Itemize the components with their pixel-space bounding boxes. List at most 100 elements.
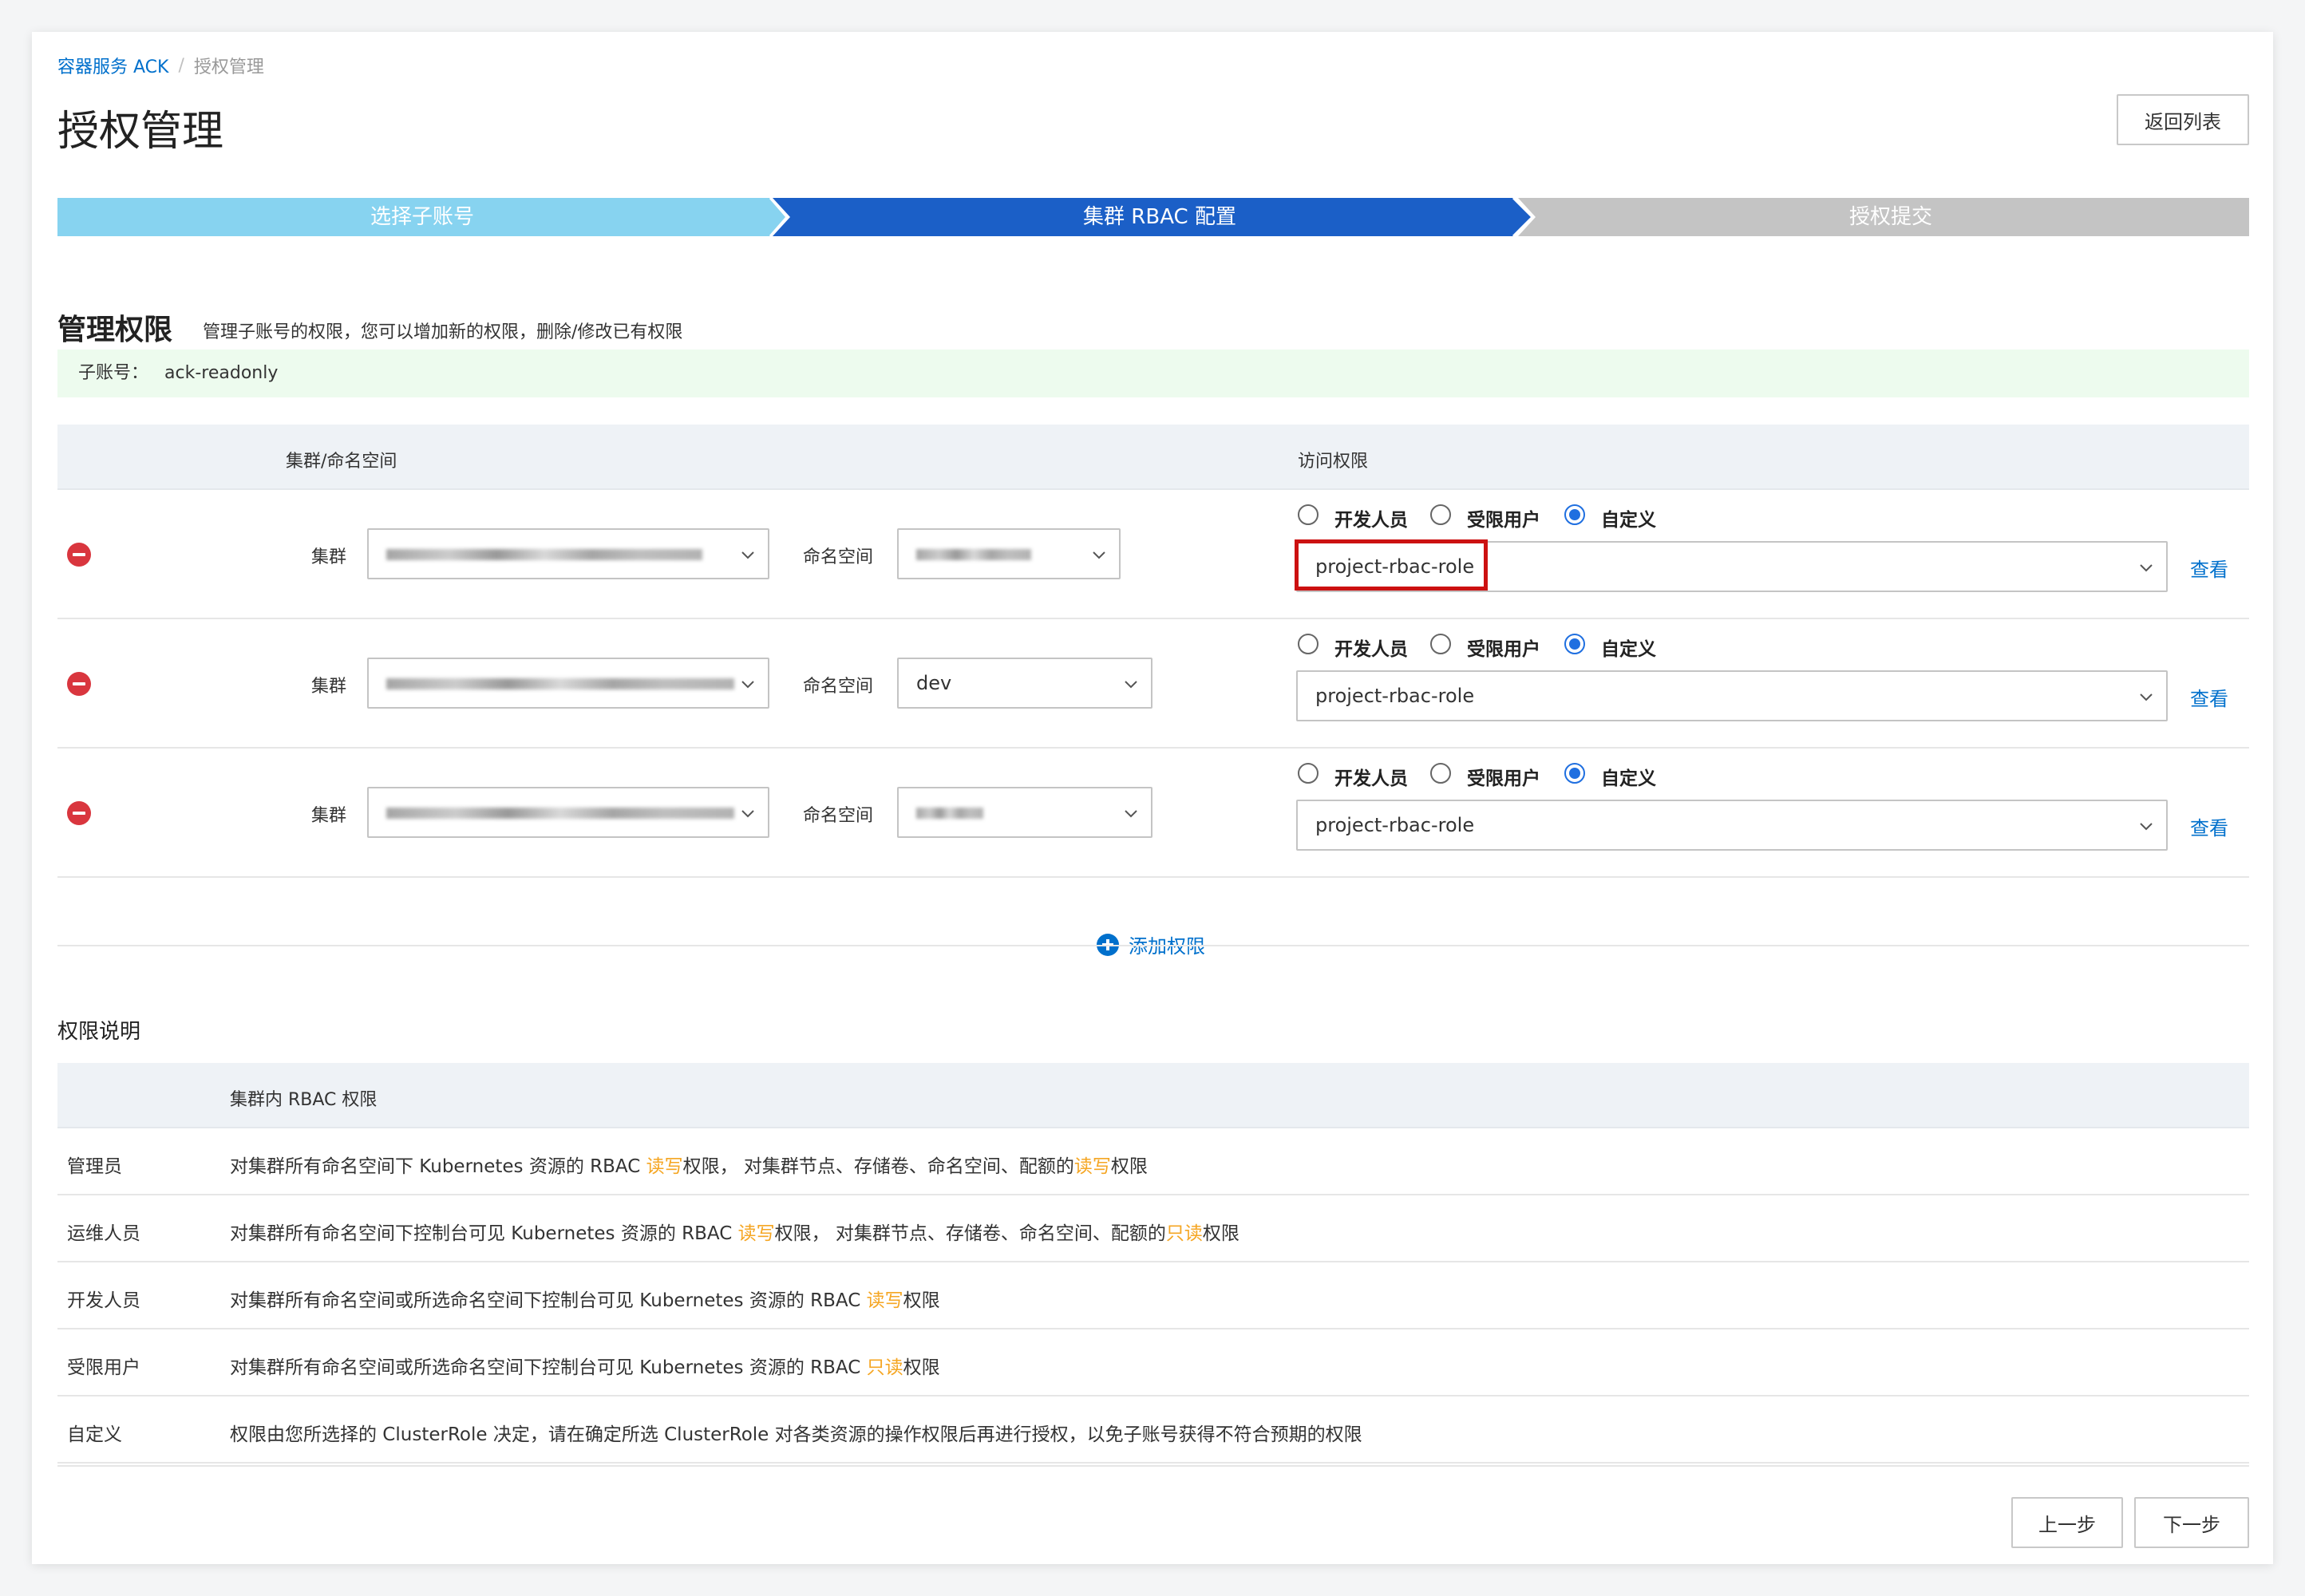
blurred-cluster-name xyxy=(386,808,734,819)
sub-account-value: ack-readonly xyxy=(164,363,279,383)
col-cluster-namespace: 集群/命名空间 xyxy=(286,452,397,472)
radio-custom[interactable] xyxy=(1564,634,1585,654)
radio-developer-label: 开发人员 xyxy=(1334,639,1408,660)
radio-custom-label: 自定义 xyxy=(1601,510,1656,531)
namespace-select[interactable] xyxy=(897,528,1121,579)
breadcrumb: 容器服务 ACK / 授权管理 xyxy=(57,53,264,78)
view-role-link[interactable]: 查看 xyxy=(2190,683,2228,711)
remove-permission-icon[interactable] xyxy=(67,801,91,825)
role-description: 对集群所有命名空间下 Kubernetes 资源的 RBAC 读写权限， 对集群… xyxy=(230,1156,1148,1177)
radio-developer-label: 开发人员 xyxy=(1334,768,1408,789)
chevron-down-icon xyxy=(2140,564,2153,572)
sub-account-bar: 子账号： ack-readonly xyxy=(57,350,2249,397)
blurred-namespace xyxy=(916,808,983,819)
sub-account-label: 子账号： xyxy=(78,363,149,383)
description-row-admin: 管理员 对集群所有命名空间下 Kubernetes 资源的 RBAC 读写权限，… xyxy=(57,1128,2249,1195)
radio-restricted-user[interactable] xyxy=(1430,504,1451,525)
cluster-select[interactable] xyxy=(367,658,769,709)
step-select-account: 选择子账号 xyxy=(370,205,474,229)
cluster-label: 集群 xyxy=(311,547,347,567)
role-value: project-rbac-role xyxy=(1315,685,1475,707)
role-description: 对集群所有命名空间或所选命名空间下控制台可见 Kubernetes 资源的 RB… xyxy=(230,1290,940,1311)
back-to-list-button[interactable]: 返回列表 xyxy=(2117,94,2249,145)
remove-permission-icon[interactable] xyxy=(67,672,91,696)
remove-permission-icon[interactable] xyxy=(67,543,91,567)
step-rbac-config: 集群 RBAC 配置 xyxy=(1083,205,1236,229)
role-name: 自定义 xyxy=(67,1424,122,1445)
radio-restricted-user[interactable] xyxy=(1430,763,1451,784)
radio-restricted-user-label: 受限用户 xyxy=(1467,510,1540,531)
chevron-down-icon xyxy=(2140,823,2153,831)
breadcrumb-separator: / xyxy=(178,55,184,76)
step-progress: 选择子账号 集群 RBAC 配置 授权提交 xyxy=(57,198,2249,236)
radio-custom-label: 自定义 xyxy=(1601,639,1656,660)
namespace-value: dev xyxy=(916,672,952,694)
blurred-cluster-name xyxy=(386,678,734,689)
previous-step-button[interactable]: 上一步 xyxy=(2011,1497,2123,1548)
cluster-select[interactable] xyxy=(367,787,769,838)
chevron-down-icon xyxy=(1093,551,1105,559)
radio-custom[interactable] xyxy=(1564,504,1585,525)
description-row-developer: 开发人员 对集群所有命名空间或所选命名空间下控制台可见 Kubernetes 资… xyxy=(57,1262,2249,1329)
namespace-select[interactable]: dev xyxy=(897,658,1152,709)
description-row-ops: 运维人员 对集群所有命名空间下控制台可见 Kubernetes 资源的 RBAC… xyxy=(57,1195,2249,1262)
radio-restricted-user[interactable] xyxy=(1430,634,1451,654)
description-row-custom: 自定义 权限由您所选择的 ClusterRole 决定，请在确定所选 Clust… xyxy=(57,1396,2249,1464)
role-description: 对集群所有命名空间下控制台可见 Kubernetes 资源的 RBAC 读写权限… xyxy=(230,1223,1239,1244)
divider xyxy=(57,945,2249,946)
permission-row: 集群 命名空间 开发人员 受限用户 自定义 project-rbac-role … xyxy=(57,490,2249,619)
step-submit: 授权提交 xyxy=(1848,205,1932,229)
col-rbac-permission: 集群内 RBAC 权限 xyxy=(230,1090,378,1110)
chevron-down-icon xyxy=(1125,810,1137,818)
radio-restricted-user-label: 受限用户 xyxy=(1467,768,1540,789)
breadcrumb-root-link[interactable]: 容器服务 ACK xyxy=(57,53,168,78)
radio-developer-label: 开发人员 xyxy=(1334,510,1408,531)
role-name: 受限用户 xyxy=(67,1357,140,1378)
view-role-link[interactable]: 查看 xyxy=(2190,554,2228,582)
role-select[interactable]: project-rbac-role xyxy=(1296,670,2168,721)
chevron-down-icon xyxy=(741,551,754,559)
radio-custom-label: 自定义 xyxy=(1601,768,1656,789)
description-table-header: 集群内 RBAC 权限 xyxy=(57,1063,2249,1128)
manage-permissions-desc: 管理子账号的权限，您可以增加新的权限，删除/修改已有权限 xyxy=(203,322,683,342)
chevron-down-icon xyxy=(741,810,754,818)
blurred-cluster-name xyxy=(386,549,702,560)
chevron-down-icon xyxy=(741,681,754,689)
col-access-permission: 访问权限 xyxy=(1298,452,1369,472)
permission-table-header: 集群/命名空间 访问权限 xyxy=(57,425,2249,490)
radio-developer[interactable] xyxy=(1298,504,1319,525)
role-name: 管理员 xyxy=(67,1156,122,1177)
radio-restricted-user-label: 受限用户 xyxy=(1467,639,1540,660)
radio-developer[interactable] xyxy=(1298,763,1319,784)
next-step-button[interactable]: 下一步 xyxy=(2134,1497,2249,1548)
namespace-label: 命名空间 xyxy=(803,547,874,567)
radio-custom[interactable] xyxy=(1564,763,1585,784)
view-role-link[interactable]: 查看 xyxy=(2190,812,2228,840)
permission-row: 集群 命名空间 开发人员 受限用户 自定义 project-rbac-role … xyxy=(57,749,2249,878)
namespace-select[interactable] xyxy=(897,787,1152,838)
manage-permissions-title: 管理权限 xyxy=(57,314,173,346)
permission-row: 集群 命名空间 dev 开发人员 受限用户 自定义 project-rbac-r… xyxy=(57,619,2249,749)
page-title: 授权管理 xyxy=(57,108,224,156)
namespace-label: 命名空间 xyxy=(803,677,874,697)
blurred-namespace xyxy=(916,549,1031,560)
main-card: 容器服务 ACK / 授权管理 授权管理 返回列表 选择子账号 集群 RBAC … xyxy=(32,32,2273,1564)
cluster-select[interactable] xyxy=(367,528,769,579)
permission-description-title: 权限说明 xyxy=(57,1020,141,1044)
namespace-label: 命名空间 xyxy=(803,806,874,826)
breadcrumb-current: 授权管理 xyxy=(193,57,264,77)
cluster-label: 集群 xyxy=(311,806,347,826)
custom-role-warning: 权限由您所选择的 ClusterRole 决定，请在确定所选 ClusterRo… xyxy=(230,1424,1362,1445)
role-select[interactable]: project-rbac-role xyxy=(1296,800,2168,851)
radio-developer[interactable] xyxy=(1298,634,1319,654)
role-value: project-rbac-role xyxy=(1315,814,1475,836)
cluster-label: 集群 xyxy=(311,677,347,697)
chevron-down-icon xyxy=(2140,693,2153,701)
role-name: 开发人员 xyxy=(67,1290,140,1311)
role-description: 对集群所有命名空间或所选命名空间下控制台可见 Kubernetes 资源的 RB… xyxy=(230,1357,940,1378)
role-name: 运维人员 xyxy=(67,1223,140,1244)
description-row-restricted: 受限用户 对集群所有命名空间或所选命名空间下控制台可见 Kubernetes 资… xyxy=(57,1329,2249,1396)
chevron-down-icon xyxy=(1125,681,1137,689)
highlight-box xyxy=(1295,539,1488,591)
footer-divider xyxy=(57,1465,2249,1467)
